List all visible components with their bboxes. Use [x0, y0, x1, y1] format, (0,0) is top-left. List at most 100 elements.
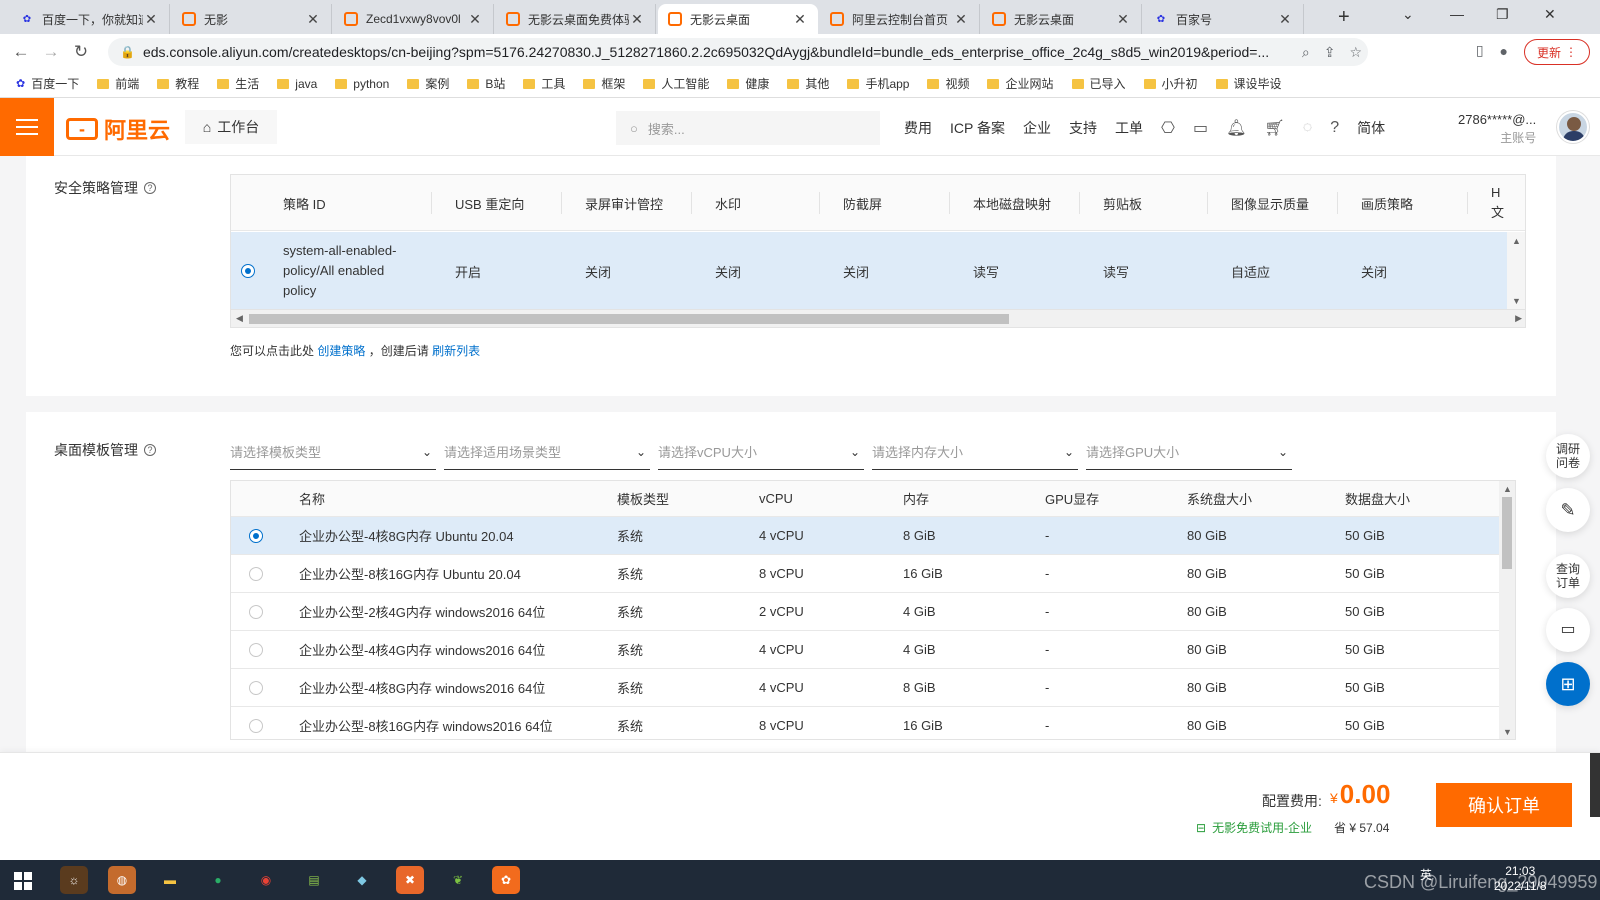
filter-select[interactable]: 请选择模板类型 ⌄ [230, 434, 436, 470]
template-radio[interactable] [249, 567, 263, 581]
template-radio[interactable] [249, 529, 263, 543]
browser-tab[interactable]: 无影 ✕ [172, 4, 332, 34]
template-row[interactable]: 企业办公型-4核4G内存 windows2016 64位 系统 4 vCPU 4 Gi… [231, 631, 1501, 669]
bookmark-item[interactable]: 工具 [523, 75, 565, 92]
help-circle-icon[interactable]: ? [144, 444, 156, 456]
console-search-input[interactable]: ○ 搜索... [616, 111, 880, 145]
app-icon[interactable]: ⎔ [1161, 118, 1175, 138]
template-radio[interactable] [249, 719, 263, 733]
bookmark-item[interactable]: B站 [467, 75, 505, 92]
address-bar[interactable]: 🔒 eds.console.aliyun.com/createdesktops/… [108, 38, 1368, 66]
lightbulb-icon[interactable]: ◌ [1303, 119, 1313, 137]
confirm-order-button[interactable]: 确认订单 [1436, 783, 1572, 827]
policy-vertical-scrollbar[interactable]: ▲ ▼ [1507, 232, 1525, 310]
nav-icp[interactable]: ICP 备案 [950, 118, 1005, 138]
tray-lang[interactable]: 英 [1420, 866, 1432, 883]
template-row[interactable]: 企业办公型-8核16G内存 windows2016 64位 系统 8 vCPU 16 … [231, 707, 1501, 739]
bookmark-item[interactable]: 小升初 [1143, 75, 1198, 92]
bookmark-item[interactable]: 视频 [927, 75, 969, 92]
nav-support[interactable]: 支持 [1069, 118, 1097, 138]
editor-icon[interactable]: ◆ [348, 866, 376, 894]
filter-select[interactable]: 请选择内存大小 ⌄ [872, 434, 1078, 470]
browser-tab[interactable]: ✿ 百度一下，你就知道 ✕ [10, 4, 170, 34]
game-app-icon[interactable]: ☼ [60, 866, 88, 894]
close-tab-icon[interactable]: ✕ [467, 11, 483, 28]
xampp-icon[interactable]: ✖ [396, 866, 424, 894]
scroll-down-icon[interactable]: ▼ [1503, 727, 1512, 737]
wechat-icon[interactable]: ● [204, 866, 232, 894]
scroll-right-icon[interactable]: ▶ [1515, 313, 1522, 324]
system-clock[interactable]: 21:03 2022/11/8 [1494, 864, 1547, 894]
policy-radio[interactable] [241, 264, 255, 278]
bookmark-item[interactable]: ✿ 百度一下 [16, 75, 79, 92]
pinned-app-icon[interactable]: ◍ [108, 866, 136, 894]
forward-icon[interactable]: → [36, 42, 66, 62]
bookmark-item[interactable]: 健康 [727, 75, 769, 92]
apps-grid-icon[interactable]: ⊞ [1546, 662, 1590, 706]
back-icon[interactable]: ← [6, 42, 36, 62]
bookmark-item[interactable]: 框架 [583, 75, 625, 92]
template-row[interactable]: 企业办公型-4核8G内存 Ubuntu 20.04 系统 4 vCPU 8 GiB - 8… [231, 517, 1501, 555]
close-tab-icon[interactable]: ✕ [629, 11, 645, 28]
close-tab-icon[interactable]: ✕ [143, 11, 159, 28]
profile-icon[interactable]: ● [1500, 43, 1508, 59]
template-row[interactable]: 企业办公型-2核4G内存 windows2016 64位 系统 2 vCPU 4 Gi… [231, 593, 1501, 631]
browser-tab[interactable]: 无影云桌面 ✕ [658, 4, 818, 34]
scroll-down-icon[interactable]: ▼ [1512, 296, 1521, 306]
scroll-left-icon[interactable]: ◀ [236, 313, 243, 324]
terminal-icon[interactable]: ▭ [1193, 118, 1208, 138]
minimize-button[interactable]: — [1450, 6, 1464, 22]
browser-tab[interactable]: Zecd1vxwy8vov0l ✕ [334, 4, 494, 34]
filter-select[interactable]: 请选择vCPU大小 ⌄ [658, 434, 864, 470]
side-panel-icon[interactable]: ▯ [1476, 42, 1484, 59]
nav-fees[interactable]: 费用 [904, 118, 932, 138]
close-tab-icon[interactable]: ✕ [792, 11, 808, 28]
browser-tab[interactable]: 阿里云控制台首页 ✕ [820, 4, 980, 34]
new-tab-button[interactable]: + [1338, 6, 1350, 29]
cart-icon[interactable]: 🛒︎ [1264, 118, 1284, 138]
orders-button[interactable]: 查询订单 [1546, 554, 1590, 598]
chat-icon[interactable]: ▭ [1546, 608, 1590, 652]
page-scrollbar[interactable] [1590, 753, 1600, 817]
help-circle-icon[interactable]: ? [144, 182, 156, 194]
scroll-thumb[interactable] [1502, 497, 1512, 569]
template-radio[interactable] [249, 643, 263, 657]
tab-search-icon[interactable]: ⌄ [1402, 6, 1414, 23]
workbench-button[interactable]: ⌂ 工作台 [185, 110, 277, 144]
browser-tab[interactable]: 无影云桌面免费体验 ✕ [496, 4, 656, 34]
bookmark-item[interactable]: 教程 [157, 75, 199, 92]
share-icon[interactable]: ⇪ [1324, 44, 1336, 61]
bookmark-item[interactable]: 企业网站 [987, 75, 1054, 92]
close-tab-icon[interactable]: ✕ [953, 11, 969, 28]
account-info[interactable]: 2786*****@... 主账号 [1458, 110, 1536, 148]
zoom-icon[interactable]: ⌕ [1302, 44, 1310, 61]
aliyun-logo[interactable]: - 阿里云 [66, 113, 170, 145]
bookmark-item[interactable]: 生活 [217, 75, 259, 92]
update-button[interactable]: 更新 ⋮ [1523, 39, 1590, 65]
menu-icon[interactable] [0, 98, 54, 156]
scroll-up-icon[interactable]: ▲ [1512, 236, 1521, 246]
browser-tab[interactable]: 无影云桌面 ✕ [982, 4, 1142, 34]
nav-ticket[interactable]: 工单 [1115, 118, 1143, 138]
edit-icon[interactable]: ✎ [1546, 488, 1590, 532]
refresh-list-link[interactable]: 刷新列表 [432, 344, 480, 358]
windows-start-icon[interactable] [14, 872, 32, 890]
bookmark-item[interactable]: 案例 [407, 75, 449, 92]
template-row[interactable]: 企业办公型-8核16G内存 Ubuntu 20.04 系统 8 vCPU 16 GiB… [231, 555, 1501, 593]
chrome-icon[interactable]: ◉ [252, 866, 280, 894]
scroll-thumb[interactable] [249, 314, 1009, 324]
policy-row[interactable]: system-all-enabled-policy/All enabled pol… [231, 232, 1509, 310]
filter-select[interactable]: 请选择GPU大小 ⌄ [1086, 434, 1292, 470]
template-radio[interactable] [249, 681, 263, 695]
scroll-up-icon[interactable]: ▲ [1503, 484, 1512, 494]
close-window-button[interactable]: ✕ [1544, 6, 1556, 23]
nav-enterprise[interactable]: 企业 [1023, 118, 1051, 138]
language-switch[interactable]: 简体 [1357, 118, 1385, 138]
orange-app-icon[interactable]: ✿ [492, 866, 520, 894]
restore-button[interactable]: ❐ [1496, 6, 1509, 23]
notepad-icon[interactable]: ▤ [300, 866, 328, 894]
avatar[interactable] [1557, 111, 1589, 143]
green-app-icon[interactable]: ❦ [444, 866, 472, 894]
close-tab-icon[interactable]: ✕ [1115, 11, 1131, 28]
bookmark-star-icon[interactable]: ☆ [1349, 44, 1362, 61]
